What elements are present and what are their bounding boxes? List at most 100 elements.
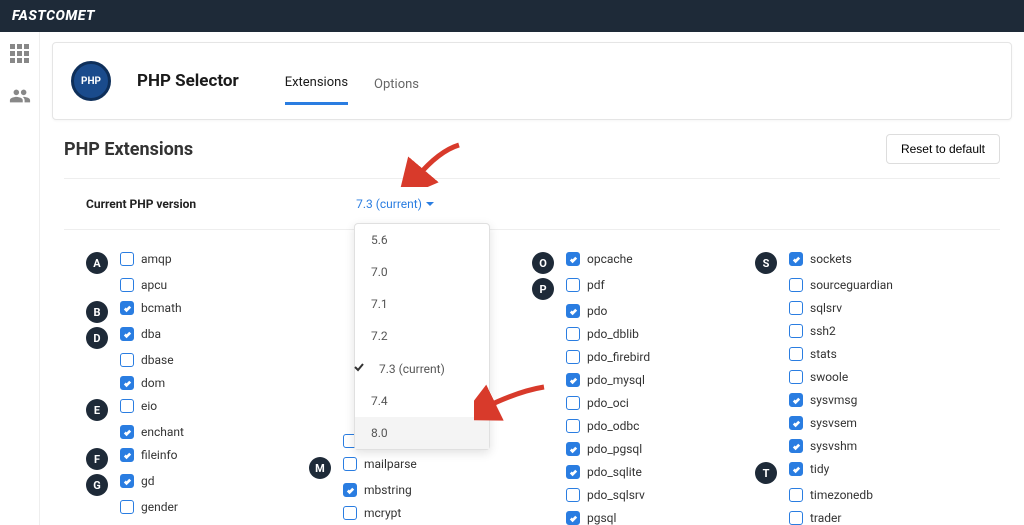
extension-item[interactable]: mcrypt <box>343 506 401 520</box>
checkbox-checked-icon[interactable] <box>566 252 580 266</box>
checkbox-icon[interactable] <box>789 347 803 361</box>
extension-item[interactable]: sqlsrv <box>789 301 842 315</box>
extension-item[interactable]: sysvmsg <box>789 393 857 407</box>
version-dropdown-menu: 5.67.0 7.1 7.27.3 (current)7.48.0 <box>354 223 490 450</box>
version-option[interactable]: 7.4 <box>355 385 489 417</box>
apps-icon[interactable] <box>10 44 29 63</box>
checkbox-icon[interactable] <box>566 327 580 341</box>
version-dropdown-trigger[interactable]: 7.3 (current) <box>356 197 434 211</box>
extension-item[interactable]: pdo_mysql <box>566 373 645 387</box>
extension-item[interactable]: sockets <box>789 252 852 266</box>
extension-item[interactable]: amqp <box>120 252 172 266</box>
extension-item[interactable]: pdo_oci <box>566 396 629 410</box>
extension-item[interactable]: enchant <box>120 425 184 439</box>
checkbox-checked-icon[interactable] <box>789 462 803 476</box>
extension-item[interactable]: pdo_pgsql <box>566 442 642 456</box>
checkbox-checked-icon[interactable] <box>789 416 803 430</box>
extension-item[interactable]: gender <box>120 500 178 514</box>
extension-item[interactable]: sourceguardian <box>789 278 893 292</box>
extension-item[interactable]: pgsql <box>566 511 616 525</box>
version-option[interactable]: 7.1 <box>355 288 489 320</box>
extension-item[interactable]: pdf <box>566 278 605 292</box>
extension-item[interactable]: stats <box>789 347 837 361</box>
checkbox-icon[interactable] <box>120 500 134 514</box>
checkbox-icon[interactable] <box>566 488 580 502</box>
letter-badge: O <box>532 252 554 274</box>
tab-extensions[interactable]: Extensions <box>285 75 348 105</box>
version-option-label: 7.1 <box>371 297 388 311</box>
checkbox-icon[interactable] <box>789 301 803 315</box>
extension-item[interactable]: dom <box>120 376 165 390</box>
extension-item[interactable]: fileinfo <box>120 448 178 462</box>
extension-item[interactable]: tidy <box>789 462 829 476</box>
extension-item[interactable]: bcmath <box>120 301 182 315</box>
extension-item[interactable]: pdo_firebird <box>566 350 650 364</box>
extension-item[interactable]: gd <box>120 474 155 488</box>
checkbox-icon[interactable] <box>120 399 134 413</box>
checkbox-checked-icon[interactable] <box>789 393 803 407</box>
checkbox-icon[interactable] <box>566 396 580 410</box>
extension-label: pdo_sqlsrv <box>587 488 645 502</box>
extension-item[interactable]: pdo <box>566 304 607 318</box>
checkbox-icon[interactable] <box>343 506 357 520</box>
extension-label: trader <box>810 511 841 525</box>
checkbox-checked-icon[interactable] <box>120 425 134 439</box>
checkbox-checked-icon[interactable] <box>566 304 580 318</box>
users-icon[interactable] <box>9 85 31 111</box>
version-option[interactable]: 7.0 <box>355 256 489 288</box>
extension-item[interactable]: mbstring <box>343 483 412 497</box>
reset-button[interactable]: Reset to default <box>886 134 1000 164</box>
tab-options[interactable]: Options <box>374 77 419 104</box>
checkbox-icon[interactable] <box>566 419 580 433</box>
extension-item[interactable]: pdo_sqlite <box>566 465 642 479</box>
extension-column: Ssocketssourceguardiansqlsrvssh2statsswo… <box>755 252 978 525</box>
checkbox-checked-icon[interactable] <box>343 483 357 497</box>
checkbox-checked-icon[interactable] <box>566 465 580 479</box>
version-option[interactable]: 7.2 <box>355 320 489 352</box>
checkbox-checked-icon[interactable] <box>120 376 134 390</box>
version-option[interactable]: 5.6 <box>355 224 489 256</box>
checkbox-checked-icon[interactable] <box>566 511 580 525</box>
checkbox-checked-icon[interactable] <box>120 474 134 488</box>
checkbox-checked-icon[interactable] <box>120 327 134 341</box>
checkbox-checked-icon[interactable] <box>566 442 580 456</box>
extension-item[interactable]: dba <box>120 327 161 341</box>
extension-item[interactable]: swoole <box>789 370 848 384</box>
checkbox-icon[interactable] <box>566 350 580 364</box>
version-option[interactable]: 7.3 (current) <box>355 352 489 385</box>
extension-item[interactable]: opcache <box>566 252 633 266</box>
extension-item[interactable]: sysvshm <box>789 439 857 453</box>
checkbox-icon[interactable] <box>789 488 803 502</box>
letter-badge: P <box>532 278 554 300</box>
checkbox-icon[interactable] <box>789 324 803 338</box>
checkbox-icon[interactable] <box>789 511 803 525</box>
checkbox-checked-icon[interactable] <box>120 448 134 462</box>
checkbox-checked-icon[interactable] <box>566 373 580 387</box>
checkbox-icon[interactable] <box>120 353 134 367</box>
extension-label: sockets <box>810 252 852 266</box>
extension-item[interactable]: apcu <box>120 278 167 292</box>
extension-item[interactable]: trader <box>789 511 841 525</box>
extension-item[interactable]: timezonedb <box>789 488 873 502</box>
extension-item[interactable]: pdo_dblib <box>566 327 639 341</box>
extension-item[interactable]: pdo_odbc <box>566 419 639 433</box>
extension-item[interactable]: ssh2 <box>789 324 836 338</box>
checkbox-checked-icon[interactable] <box>789 252 803 266</box>
checkbox-checked-icon[interactable] <box>120 301 134 315</box>
checkbox-icon[interactable] <box>789 370 803 384</box>
checkbox-icon[interactable] <box>120 252 134 266</box>
extension-item[interactable]: dbase <box>120 353 174 367</box>
extension-label: sourceguardian <box>810 278 893 292</box>
version-option[interactable]: 8.0 <box>355 417 489 449</box>
extension-item[interactable]: sysvsem <box>789 416 857 430</box>
checkbox-checked-icon[interactable] <box>789 439 803 453</box>
checkbox-icon[interactable] <box>120 278 134 292</box>
version-row: Current PHP version 7.3 (current) 5.67.0… <box>64 178 1000 230</box>
extension-item[interactable]: mailparse <box>343 457 417 471</box>
checkbox-icon[interactable] <box>789 278 803 292</box>
checkbox-icon[interactable] <box>566 278 580 292</box>
extension-item[interactable]: pdo_sqlsrv <box>566 488 645 502</box>
extension-column: Oopcache Ppdf pdo pdo_dblib pdo_firebird pdo_… <box>532 252 755 525</box>
checkbox-icon[interactable] <box>343 457 357 471</box>
extension-item[interactable]: eio <box>120 399 157 413</box>
